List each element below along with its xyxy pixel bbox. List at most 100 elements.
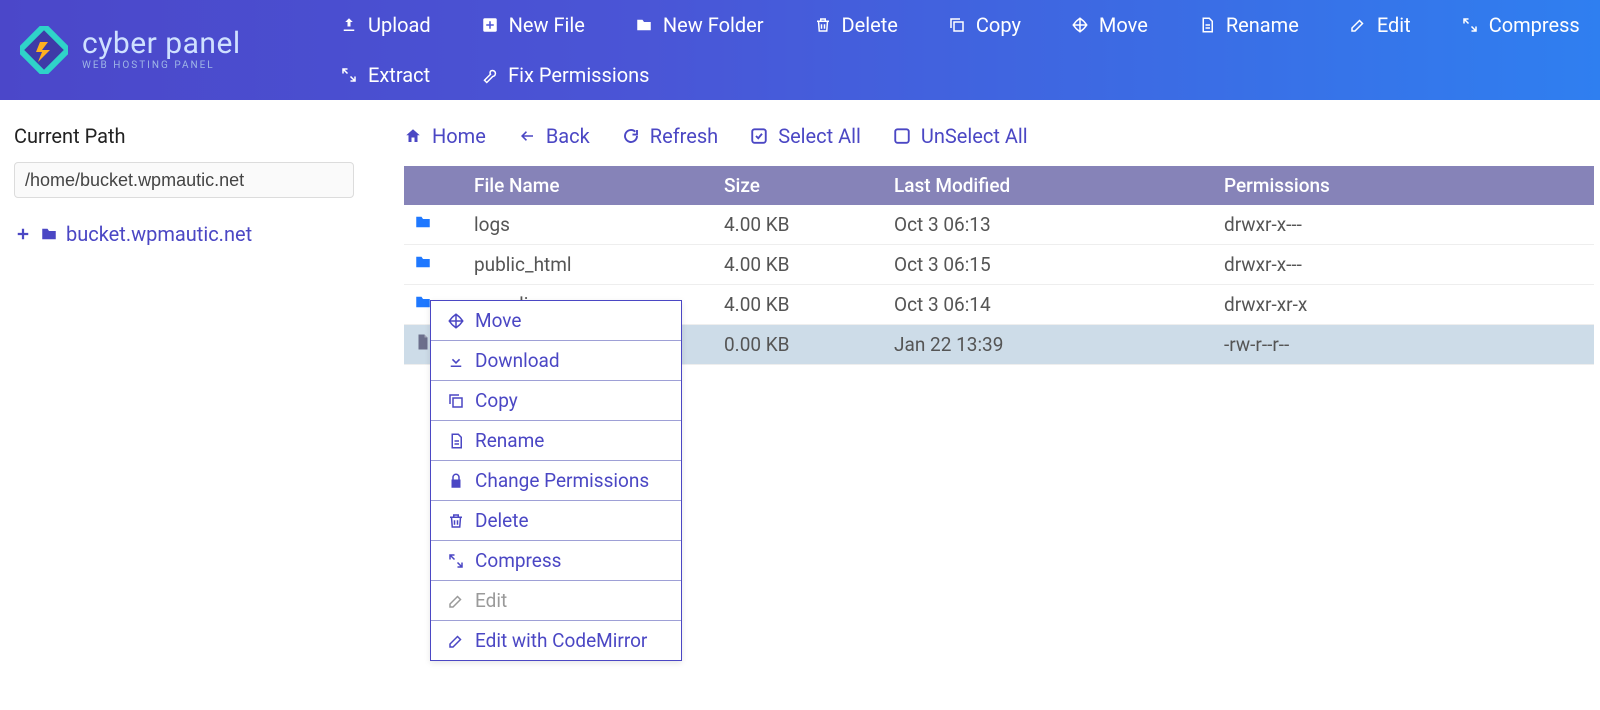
cell-modified: Jan 22 13:39 [884,325,1214,365]
cell-name: public_html [464,245,714,285]
copy-button[interactable]: Copy [948,13,1021,37]
context-edit_cm-label: Edit with CodeMirror [475,629,647,652]
file-text-icon [447,432,465,450]
table-row[interactable]: logs4.00 KBOct 3 06:13drwxr-x--- [404,205,1594,245]
home-button[interactable]: Home [404,124,486,148]
context-compress[interactable]: Compress [431,541,681,581]
refresh-button[interactable]: Refresh [622,124,718,148]
fix-permissions-button[interactable]: Fix Permissions [480,63,649,87]
cell-permissions: drwxr-x--- [1214,245,1594,285]
check-square-icon [750,127,768,145]
brand-text: cyber panel WEB HOSTING PANEL [82,29,241,71]
plus-square-icon [481,16,499,34]
context-move[interactable]: Move [431,301,681,341]
copy-icon [447,392,465,410]
rename-label: Rename [1226,13,1299,37]
extract-label: Extract [368,63,430,87]
context-download-label: Download [475,349,560,372]
trash-icon [447,512,465,530]
upload-label: Upload [368,13,431,37]
context-edit_cm[interactable]: Edit with CodeMirror [431,621,681,660]
context-compress-label: Compress [475,549,561,572]
upload-button[interactable]: Upload [340,13,431,37]
context-edit[interactable]: Edit [431,581,681,621]
move-icon [1071,16,1089,34]
square-icon [893,127,911,145]
new-file-label: New File [509,13,585,37]
folder-icon [40,225,58,243]
plus-icon [14,225,32,243]
edit-icon [1349,16,1367,34]
context-chperm-label: Change Permissions [475,469,649,492]
new-file-button[interactable]: New File [481,13,585,37]
trash-icon [814,16,832,34]
compress-label: Compress [1489,13,1580,37]
context-delete-label: Delete [475,509,529,532]
content: Home Back Refresh Select All UnSelect Al… [380,100,1600,710]
refresh-icon [622,127,640,145]
rename-button[interactable]: Rename [1198,13,1299,37]
context-move-label: Move [475,309,521,332]
select-all-label: Select All [778,124,861,148]
delete-button[interactable]: Delete [814,13,898,37]
compress-button[interactable]: Compress [1461,13,1580,37]
sidebar: Current Path bucket.wpmautic.net [0,100,380,710]
compress-icon [1461,16,1479,34]
copy-icon [948,16,966,34]
home-label: Home [432,124,486,148]
th-modified: Last Modified [884,166,1214,205]
current-path-heading: Current Path [14,124,366,148]
edit-icon [447,592,465,610]
cell-size: 4.00 KB [714,205,884,245]
edit-icon [447,632,465,650]
cell-size: 4.00 KB [714,285,884,325]
back-button[interactable]: Back [518,124,590,148]
edit-button[interactable]: Edit [1349,13,1411,37]
context-chperm[interactable]: Change Permissions [431,461,681,501]
new-folder-label: New Folder [663,13,764,37]
cell-name: logs [464,205,714,245]
main: Current Path bucket.wpmautic.net Home Ba… [0,100,1600,710]
context-menu: Move Download Copy Rename Change Permissions… [430,300,682,661]
cell-size: 4.00 KB [714,245,884,285]
context-rename-label: Rename [475,429,544,452]
edit-label: Edit [1377,13,1411,37]
home-icon [404,127,422,145]
cell-size: 0.00 KB [714,325,884,365]
move-button[interactable]: Move [1071,13,1148,37]
context-edit-label: Edit [475,589,507,612]
compress-icon [447,552,465,570]
extract-button[interactable]: Extract [340,63,430,87]
context-delete[interactable]: Delete [431,501,681,541]
cell-permissions: drwxr-x--- [1214,205,1594,245]
fix-permissions-label: Fix Permissions [508,63,649,87]
brand-name: cyber panel [82,29,241,59]
current-path-input[interactable] [14,162,354,198]
toolbar: Upload New File New Folder Delete Copy M… [340,3,1580,97]
refresh-label: Refresh [650,124,718,148]
cell-modified: Oct 3 06:15 [884,245,1214,285]
tree-root[interactable]: bucket.wpmautic.net [14,222,366,246]
th-permissions: Permissions [1214,166,1594,205]
context-copy-label: Copy [475,389,518,412]
topbar: cyber panel WEB HOSTING PANEL Upload New… [0,0,1600,100]
download-icon [447,352,465,370]
brand-tagline: WEB HOSTING PANEL [82,61,241,71]
context-copy[interactable]: Copy [431,381,681,421]
folder-icon [635,16,653,34]
move-icon [447,312,465,330]
context-rename[interactable]: Rename [431,421,681,461]
table-header-row: File Name Size Last Modified Permissions [404,166,1594,205]
table-row[interactable]: public_html4.00 KBOct 3 06:15drwxr-x--- [404,245,1594,285]
extract-icon [340,66,358,84]
lock-icon [447,472,465,490]
unselect-all-button[interactable]: UnSelect All [893,124,1028,148]
cell-modified: Oct 3 06:14 [884,285,1214,325]
copy-label: Copy [976,13,1021,37]
context-download[interactable]: Download [431,341,681,381]
select-all-button[interactable]: Select All [750,124,861,148]
cell-modified: Oct 3 06:13 [884,205,1214,245]
unselect-all-label: UnSelect All [921,124,1028,148]
upload-icon [340,16,358,34]
new-folder-button[interactable]: New Folder [635,13,764,37]
